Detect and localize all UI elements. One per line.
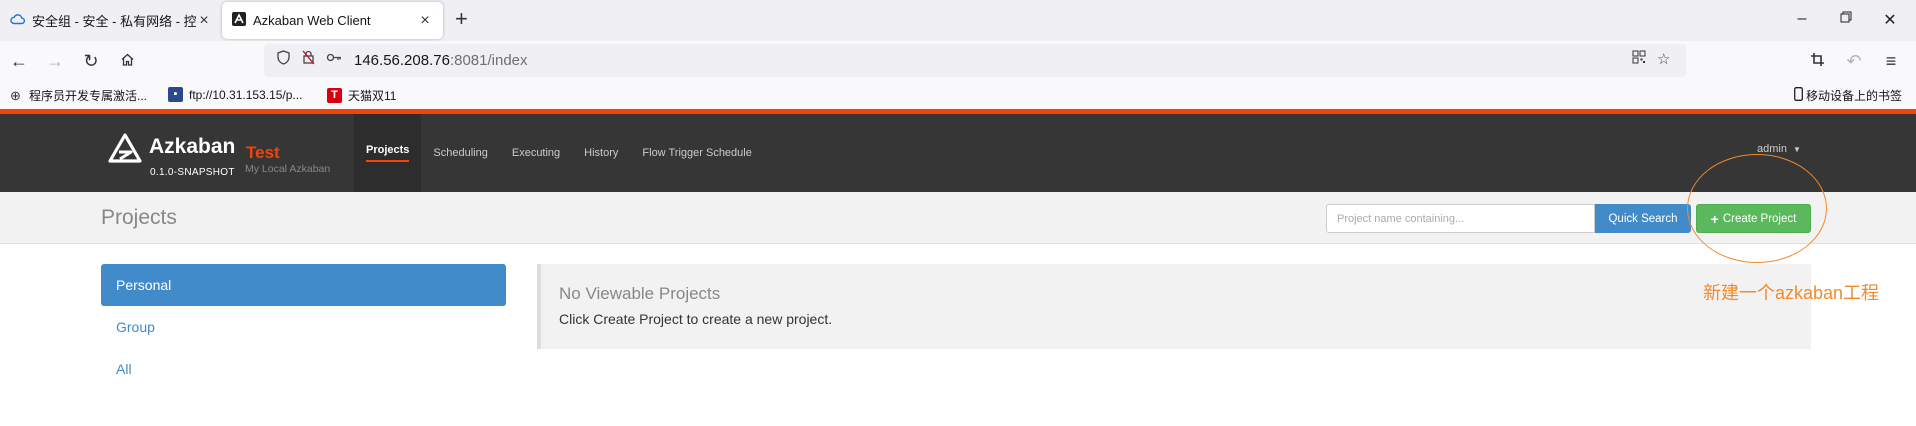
environment-name: Test <box>246 143 280 162</box>
nav-executing[interactable]: Executing <box>500 114 572 192</box>
nav-history[interactable]: History <box>572 114 630 192</box>
main-nav: Projects Scheduling Executing History Fl… <box>354 114 764 192</box>
forward-icon[interactable]: → <box>44 50 66 72</box>
nav-scheduling[interactable]: Scheduling <box>421 114 499 192</box>
empty-state-message: Click Create Project to create a new pro… <box>559 311 833 327</box>
version-label: 0.1.0-SNAPSHOT <box>150 167 235 178</box>
browser-tab-azkaban[interactable]: Azkaban Web Client × <box>222 2 443 39</box>
bookmark-item[interactable]: ⊕ 程序员开发专属激活... <box>8 87 147 104</box>
app-header: Azkaban Test 0.1.0-SNAPSHOT My Local Azk… <box>0 114 1916 192</box>
browser-tab-bar: 安全组 - 安全 - 私有网络 - 控制 × Azkaban Web Clien… <box>0 0 1916 41</box>
qr-code-icon[interactable] <box>1632 50 1646 68</box>
cloud-icon <box>10 13 26 28</box>
bookmark-item[interactable]: T 天猫双11 <box>327 87 396 104</box>
reload-icon[interactable]: ↻ <box>80 50 102 72</box>
caret-down-icon: ▼ <box>1793 145 1801 154</box>
nav-flow-trigger-schedule[interactable]: Flow Trigger Schedule <box>630 114 763 192</box>
project-search-input[interactable] <box>1326 204 1595 233</box>
tab-title: 安全组 - 安全 - 私有网络 - 控制 <box>32 14 196 29</box>
bookmark-label: ftp://10.31.153.15/p... <box>189 87 303 102</box>
shield-icon[interactable] <box>277 50 290 69</box>
project-filter-nav: Personal Group All <box>101 264 506 390</box>
bookmark-label: 天猫双11 <box>348 89 397 103</box>
brand-name[interactable]: Azkaban <box>149 135 235 159</box>
menu-icon[interactable]: ≡ <box>1880 50 1902 72</box>
filter-all[interactable]: All <box>101 348 506 390</box>
close-tab-icon[interactable]: × <box>196 12 212 30</box>
bookmark-item[interactable]: ▪ ftp://10.31.153.15/p... <box>168 87 302 102</box>
mobile-icon <box>1794 87 1803 104</box>
mobile-bookmarks-label: 移动设备上的书签 <box>1806 89 1903 103</box>
url-path: :8081/index <box>449 52 528 69</box>
azkaban-favicon <box>232 12 246 29</box>
crop-icon[interactable] <box>1806 50 1828 72</box>
page-header: Projects Quick Search + Create Project <box>0 192 1916 244</box>
tab-title: Azkaban Web Client <box>253 13 371 28</box>
tmall-icon: T <box>327 88 342 103</box>
browser-nav-bar: ← → ↻ 146.56.208.76:8081/index ☆ ↶ ≡ <box>0 41 1916 81</box>
quick-search-button[interactable]: Quick Search <box>1595 204 1691 233</box>
bookmarks-bar: ⊕ 程序员开发专属激活... ▪ ftp://10.31.153.15/p...… <box>0 81 1916 109</box>
close-window-icon[interactable]: ✕ <box>1880 10 1900 30</box>
user-menu[interactable]: admin ▼ <box>1757 143 1801 155</box>
environment-description: My Local Azkaban <box>245 163 331 175</box>
home-icon[interactable] <box>116 50 138 72</box>
filter-group[interactable]: Group <box>101 306 506 348</box>
empty-projects-panel: No Viewable Projects Click Create Projec… <box>537 264 1811 349</box>
key-icon[interactable] <box>326 50 342 69</box>
monitor-icon: ▪ <box>168 87 183 102</box>
azkaban-logo-icon[interactable] <box>108 133 142 168</box>
annotation-text: 新建一个azkaban工程 <box>1703 283 1880 303</box>
empty-state-heading: No Viewable Projects <box>559 284 721 303</box>
bookmark-label: 程序员开发专属激活... <box>29 89 148 103</box>
filter-personal[interactable]: Personal <box>101 264 506 306</box>
lock-insecure-icon[interactable] <box>302 50 315 69</box>
new-tab-icon[interactable]: + <box>455 8 468 30</box>
browser-tab-security-group[interactable]: 安全组 - 安全 - 私有网络 - 控制 × <box>0 2 222 39</box>
minimize-icon[interactable]: – <box>1792 10 1812 28</box>
page-title: Projects <box>101 206 177 229</box>
restore-icon[interactable] <box>1836 10 1856 28</box>
url-host: 146.56.208.76 <box>354 52 450 69</box>
address-bar[interactable]: 146.56.208.76:8081/index ☆ <box>264 44 1686 77</box>
annotation-circle <box>1687 154 1827 263</box>
nav-projects[interactable]: Projects <box>354 114 422 192</box>
globe-icon: ⊕ <box>10 88 21 103</box>
close-tab-icon[interactable]: × <box>417 12 433 30</box>
bookmark-star-icon[interactable]: ☆ <box>1657 50 1670 68</box>
undo-icon[interactable]: ↶ <box>1843 50 1865 72</box>
mobile-bookmarks[interactable]: 移动设备上的书签 <box>1794 87 1902 104</box>
back-icon[interactable]: ← <box>8 50 30 72</box>
